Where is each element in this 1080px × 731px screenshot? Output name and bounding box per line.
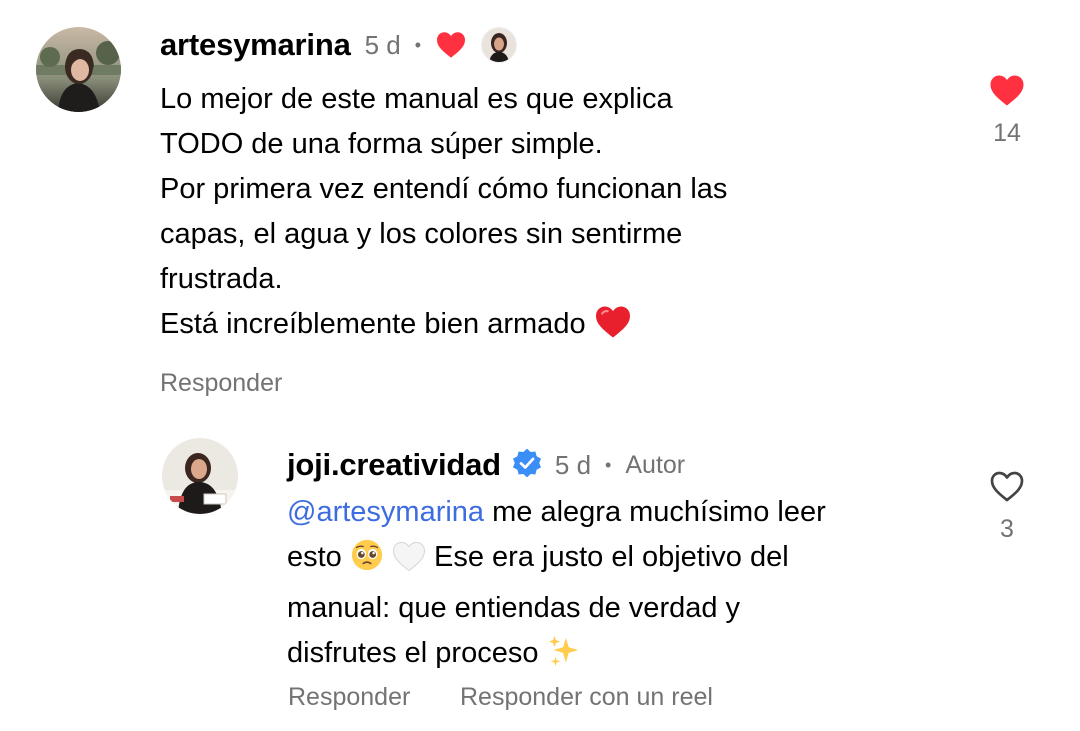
avatar[interactable] xyxy=(36,27,121,112)
reply-text: @artesymarina me alegra muchísimo leer e… xyxy=(287,490,826,682)
like-count: 3 xyxy=(1000,515,1014,543)
reply-button[interactable]: Responder xyxy=(160,369,282,398)
reply-line: @artesymarina me alegra muchísimo leer xyxy=(287,490,826,535)
reply-text-part: Ese era justo el objetivo del xyxy=(434,541,789,573)
mention-link[interactable]: @artesymarina xyxy=(287,496,484,528)
pleading-face-emoji xyxy=(350,538,384,586)
comment-header: artesymarina 5 d • xyxy=(160,26,518,64)
like-column: 3 xyxy=(977,470,1037,544)
reply-text-part: disfrutes el proceso xyxy=(287,637,539,669)
heart-filled-icon[interactable] xyxy=(989,74,1025,107)
separator-dot: • xyxy=(414,34,422,55)
author-tag: Autor xyxy=(625,450,686,479)
white-heart-emoji xyxy=(392,541,426,586)
comment-line: Está increíblemente bien armado xyxy=(160,308,586,340)
reply-text-part: me alegra muchísimo leer xyxy=(484,496,826,528)
heart-outline-icon[interactable] xyxy=(989,470,1025,503)
reply-with-reel-button[interactable]: Responder con un reel xyxy=(460,683,713,712)
verified-badge-icon xyxy=(511,447,543,484)
comment-line-last: Está increíblemente bien armado xyxy=(160,302,727,353)
reply-line: manual: que entiendas de verdad y xyxy=(287,592,741,624)
comment-line: capas, el agua y los colores sin sentirm… xyxy=(160,218,683,250)
red-heart-emoji xyxy=(594,305,632,353)
comment-line: frustrada. xyxy=(160,263,283,295)
reply-header: joji.creatividad 5 d • Autor xyxy=(287,446,685,484)
reply-text-part: esto xyxy=(287,541,342,573)
username[interactable]: joji.creatividad xyxy=(287,447,501,483)
like-column: 14 xyxy=(977,74,1037,148)
timestamp: 5 d xyxy=(364,29,401,60)
reply-line: disfrutes el proceso xyxy=(287,631,826,682)
like-count: 14 xyxy=(993,119,1021,147)
comment-line: Por primera vez entendí cómo funcionan l… xyxy=(160,173,728,205)
avatar[interactable] xyxy=(162,438,238,514)
sparkles-emoji xyxy=(547,634,581,682)
comment-line: Lo mejor de este manual es que explica xyxy=(160,83,673,115)
heart-icon xyxy=(435,31,467,59)
username[interactable]: artesymarina xyxy=(160,27,351,63)
timestamp: 5 d xyxy=(554,449,592,480)
comment-line: TODO de una forma súper simple. xyxy=(160,128,603,160)
separator-dot: • xyxy=(605,454,612,475)
reply-button[interactable]: Responder xyxy=(288,683,410,712)
comment-text: Lo mejor de este manual es que explica T… xyxy=(160,77,727,353)
reply-line: esto Ese era justo el objetivo del xyxy=(287,535,826,586)
creator-avatar xyxy=(481,27,518,63)
